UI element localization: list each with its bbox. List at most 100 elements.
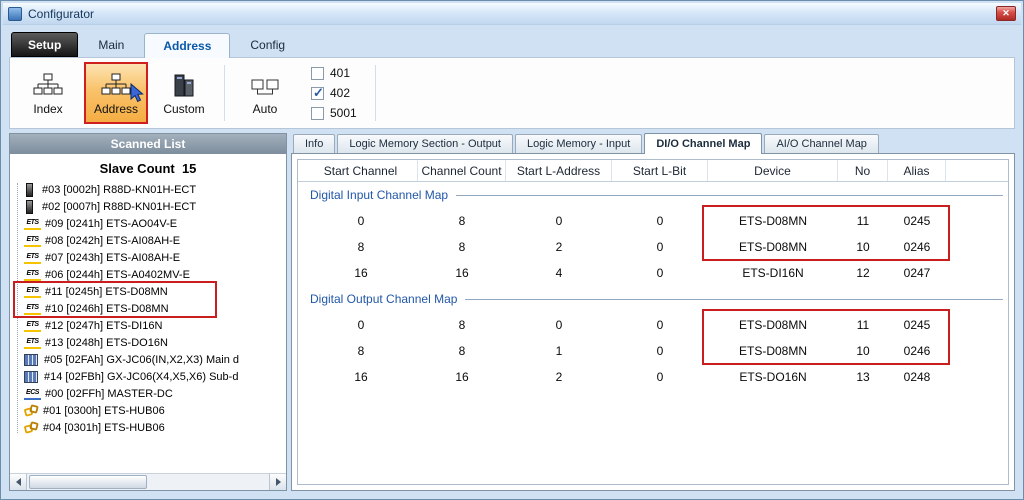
- scanned-list-panel: Scanned List Slave Count 15 #03 [0002h] …: [9, 133, 287, 491]
- tree-item-label: #05 [02FAh] GX-JC06(IN,X2,X3) Main d: [44, 354, 239, 366]
- channel-map-panel: Info Logic Memory Section - Output Logic…: [291, 133, 1015, 491]
- cell-no: 13: [838, 364, 888, 390]
- channel-map-row[interactable]: 0800ETS-D08MN110245: [298, 208, 1008, 234]
- toolbar-separator: [375, 65, 376, 121]
- cell-alias: 0245: [888, 312, 946, 338]
- tree-item-label: #12 [0247h] ETS-DI16N: [45, 320, 162, 332]
- tree-item[interactable]: ETS#06 [0244h] ETS-A0402MV-E: [22, 266, 286, 283]
- cell-start-l-bit: 0: [612, 364, 708, 390]
- tab-info[interactable]: Info: [293, 134, 335, 153]
- address-button[interactable]: Address: [84, 62, 148, 124]
- cell-channel-count: 16: [418, 364, 506, 390]
- tree-item[interactable]: ETS#07 [0243h] ETS-AI08AH-E: [22, 249, 286, 266]
- close-icon: ✕: [1002, 8, 1010, 19]
- horizontal-scrollbar[interactable]: [10, 473, 286, 490]
- cell-alias: 0246: [888, 338, 946, 364]
- checkbox-401[interactable]: [311, 67, 324, 80]
- checkbox-row-5001: 5001: [311, 106, 357, 120]
- cell-start-channel: 0: [304, 312, 418, 338]
- cell-alias: 0245: [888, 208, 946, 234]
- slave-count-label: Slave Count 15: [10, 154, 286, 181]
- tree-item[interactable]: ETS#11 [0245h] ETS-D08MN: [22, 283, 286, 300]
- tree-item-label: #03 [0002h] R88D-KN01H-ECT: [42, 184, 196, 196]
- custom-button[interactable]: Custom: [152, 62, 216, 124]
- cell-start-l-bit: 0: [612, 260, 708, 286]
- channel-map-row[interactable]: 161640ETS-DI16N120247: [298, 260, 1008, 286]
- ets-module-icon: ETS: [24, 302, 41, 315]
- tab-config[interactable]: Config: [232, 32, 303, 57]
- checkbox-402[interactable]: [311, 87, 324, 100]
- cell-start-channel: 8: [304, 338, 418, 364]
- cell-start-l-bit: 0: [612, 312, 708, 338]
- tab-logic-memory-input[interactable]: Logic Memory - Input: [515, 134, 642, 153]
- tree-item[interactable]: #03 [0002h] R88D-KN01H-ECT: [22, 181, 286, 198]
- ets-module-icon: ETS: [24, 234, 41, 247]
- scroll-thumb[interactable]: [29, 475, 147, 489]
- tree-item[interactable]: ECS#00 [02FFh] MASTER-DC: [22, 385, 286, 402]
- channel-map-row[interactable]: 8820ETS-D08MN100246: [298, 234, 1008, 260]
- section-title-text: Digital Input Channel Map: [310, 188, 448, 202]
- mouse-cursor-icon: [129, 83, 144, 106]
- cell-device: ETS-D08MN: [708, 234, 838, 260]
- servo-drive-icon: [26, 200, 33, 214]
- tree-item[interactable]: ETS #08 [0242h] ETS-AI08AH-E: [22, 232, 286, 249]
- detail-tab-bar: Info Logic Memory Section - Output Logic…: [291, 133, 1015, 153]
- section-title: Digital Output Channel Map: [298, 286, 1008, 312]
- master-icon: ECS: [24, 387, 41, 400]
- scroll-left-button[interactable]: [10, 474, 27, 490]
- checkbox-5001[interactable]: [311, 107, 324, 120]
- auto-button[interactable]: Auto: [233, 62, 297, 124]
- tree-item[interactable]: #01 [0300h] ETS-HUB06: [22, 402, 286, 419]
- tab-dio-channel-map[interactable]: DI/O Channel Map: [644, 133, 762, 154]
- cell-start-l-address: 2: [506, 234, 612, 260]
- checkbox-401-label: 401: [330, 66, 350, 80]
- custom-icon: [171, 71, 197, 99]
- column-header-device: Device: [708, 160, 838, 181]
- ets-module-icon: ETS: [24, 217, 41, 230]
- index-button-label: Index: [33, 102, 62, 116]
- section-title-text: Digital Output Channel Map: [310, 292, 457, 306]
- cell-start-l-address: 1: [506, 338, 612, 364]
- channel-map-row[interactable]: 0800ETS-D08MN110245: [298, 312, 1008, 338]
- ets-module-icon: ETS: [24, 268, 41, 281]
- tree-item[interactable]: ETS#10 [0246h] ETS-D08MN: [22, 300, 286, 317]
- tree-item[interactable]: #02 [0007h] R88D-KN01H-ECT: [22, 198, 286, 215]
- column-header-start-l-address: Start L-Address: [506, 160, 612, 181]
- tab-setup[interactable]: Setup: [11, 32, 78, 57]
- index-button[interactable]: Index: [16, 62, 80, 124]
- column-header-start-l-bit: Start L-Bit: [612, 160, 708, 181]
- ets-module-icon: ETS: [24, 251, 41, 264]
- channel-map-row[interactable]: 161620ETS-DO16N130248: [298, 364, 1008, 390]
- scroll-left-icon: [12, 478, 21, 486]
- tree-item[interactable]: #14 [02FBh] GX-JC06(X4,X5,X6) Sub-d: [22, 368, 286, 385]
- tree-item[interactable]: #05 [02FAh] GX-JC06(IN,X2,X3) Main d: [22, 351, 286, 368]
- configurator-window: Configurator ✕ Setup Main Address Config…: [0, 0, 1024, 500]
- tab-address[interactable]: Address: [144, 33, 230, 58]
- cell-start-l-address: 0: [506, 208, 612, 234]
- table-body: Digital Input Channel Map0800ETS-D08MN11…: [298, 182, 1008, 390]
- tree-item[interactable]: ETS#09 [0241h] ETS-AO04V-E: [22, 215, 286, 232]
- checkbox-402-label: 402: [330, 86, 350, 100]
- scanned-list-header: Scanned List: [10, 134, 286, 154]
- cell-alias: 0247: [888, 260, 946, 286]
- close-button[interactable]: ✕: [996, 6, 1016, 21]
- hub-icon: [24, 421, 39, 434]
- channel-map-row[interactable]: 8810ETS-D08MN100246: [298, 338, 1008, 364]
- cell-start-l-bit: 0: [612, 234, 708, 260]
- column-header-start-channel: Start Channel: [304, 160, 418, 181]
- tab-logic-memory-output[interactable]: Logic Memory Section - Output: [337, 134, 513, 153]
- toolbar-separator: [224, 65, 225, 121]
- tree-item[interactable]: ETS#12 [0247h] ETS-DI16N: [22, 317, 286, 334]
- tree-item-label: #02 [0007h] R88D-KN01H-ECT: [42, 201, 196, 213]
- checkbox-row-401: 401: [311, 66, 357, 80]
- tree-item[interactable]: #04 [0301h] ETS-HUB06: [22, 419, 286, 436]
- address-icon: [101, 71, 131, 99]
- cell-no: 11: [838, 208, 888, 234]
- tree-item[interactable]: ETS#13 [0248h] ETS-DO16N: [22, 334, 286, 351]
- tab-aio-channel-map[interactable]: AI/O Channel Map: [764, 134, 879, 153]
- tree-item-label: #08 [0242h] ETS-AI08AH-E: [45, 235, 180, 247]
- tab-main[interactable]: Main: [80, 32, 142, 57]
- scroll-right-button[interactable]: [269, 474, 286, 490]
- app-icon: [8, 7, 22, 21]
- ribbon-tab-bar: Setup Main Address Config: [11, 29, 1013, 57]
